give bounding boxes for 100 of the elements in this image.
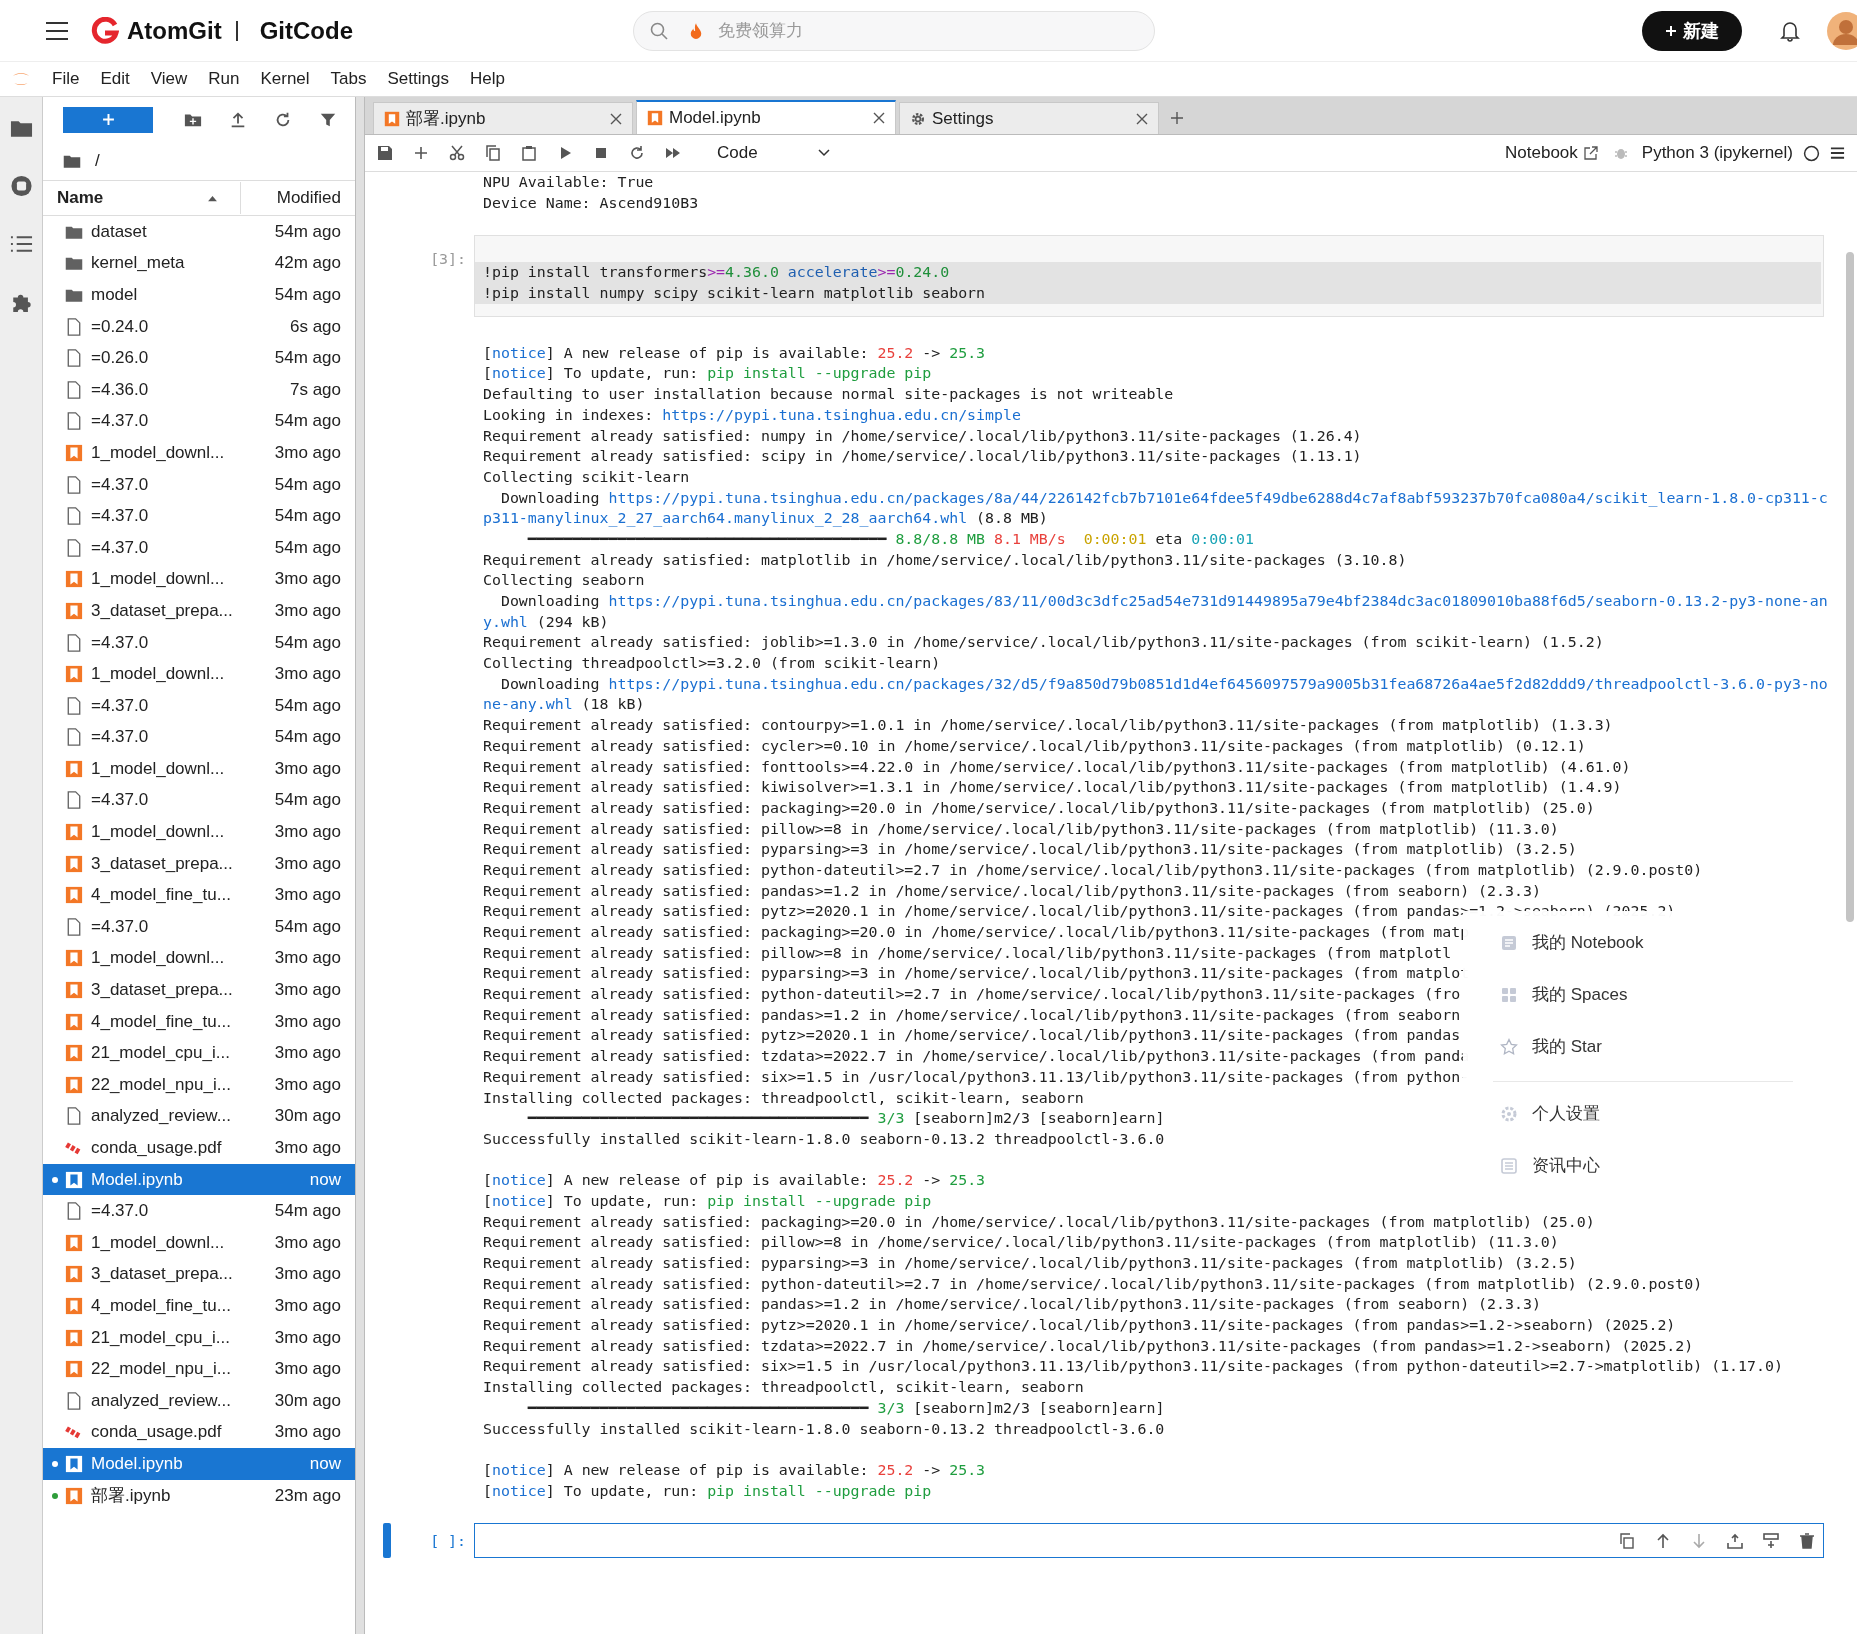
code-input[interactable] (474, 1523, 1824, 1559)
new-launcher-button[interactable] (63, 106, 153, 133)
insert-above-icon[interactable] (1727, 1532, 1743, 1549)
file-row[interactable]: =4.37.0 54m ago (43, 468, 355, 501)
breadcrumb[interactable]: / (95, 151, 100, 171)
file-row[interactable]: analyzed_review... 30m ago (43, 1100, 355, 1133)
file-row[interactable]: 1_model_downl... 3mo ago (43, 563, 355, 596)
insert-below-icon[interactable] (1763, 1532, 1779, 1549)
search-field[interactable]: 免费领算力 (633, 10, 1155, 51)
file-row[interactable]: =4.37.0 54m ago (43, 784, 355, 817)
move-up-icon[interactable] (1655, 1532, 1671, 1549)
file-row[interactable]: =4.37.0 54m ago (43, 911, 355, 943)
copy-icon[interactable] (485, 145, 501, 161)
file-row[interactable]: Model.ipynb now (43, 1448, 355, 1480)
column-header[interactable]: Name (57, 188, 104, 208)
file-row[interactable]: =0.24.0 6s ago (43, 310, 355, 343)
file-row[interactable]: =0.26.0 54m ago (43, 342, 355, 374)
file-row[interactable]: 3_dataset_prepa... 3mo ago (43, 974, 355, 1006)
search-icon (649, 20, 669, 41)
restart-icon[interactable] (629, 145, 645, 161)
column-header[interactable]: Modified (239, 182, 341, 214)
file-row[interactable]: 1_model_downl... 3mo ago (43, 942, 355, 975)
file-row[interactable]: 1_model_downl... 3mo ago (43, 658, 355, 690)
file-row[interactable]: =4.37.0 54m ago (43, 626, 355, 659)
external-link-icon[interactable] (1583, 146, 1598, 160)
menu-item[interactable]: 个人设置 (1493, 1087, 1793, 1140)
menu-item[interactable]: 资讯中心 (1493, 1139, 1793, 1192)
sort-ascending-icon[interactable] (206, 194, 218, 202)
close-icon[interactable] (610, 112, 622, 125)
upload-icon[interactable] (229, 110, 247, 129)
menu-item[interactable]: Kernel (260, 69, 310, 89)
file-row[interactable]: =4.37.0 54m ago (43, 721, 355, 754)
plus-icon (1665, 24, 1677, 37)
file-row[interactable]: kernel_meta 42m ago (43, 247, 355, 280)
close-icon[interactable] (873, 112, 885, 124)
duplicate-icon[interactable] (1619, 1532, 1635, 1549)
file-row[interactable]: =4.37.0 54m ago (43, 689, 355, 722)
file-row[interactable]: 22_model_npu_i... 3mo ago (43, 1069, 355, 1101)
output-line: Installing collected packages: threadpoolctl, scikit-learn, seaborn (483, 1377, 1084, 1398)
file-row[interactable]: 4_model_fine_tu... 3mo ago (43, 879, 355, 912)
file-row[interactable]: model 54m ago (43, 279, 355, 311)
code-editor[interactable]: !pip install transformers>=4.36.0 accelerate>=0.24.0 !pip install numpy scipy scikit-learn matplotlib seaborn (474, 235, 1824, 317)
avatar[interactable] (1826, 10, 1857, 51)
menu-item[interactable]: File (52, 69, 80, 89)
cell-type-dropdown[interactable]: Code (713, 141, 834, 165)
file-row[interactable]: Model.ipynb now (43, 1163, 355, 1196)
file-row[interactable]: 1_model_downl... 3mo ago (43, 1227, 355, 1259)
file-row[interactable]: 21_model_cpu_i... 3mo ago (43, 1321, 355, 1354)
new-button[interactable]: 新建 (1642, 10, 1742, 51)
file-row[interactable]: 21_model_cpu_i... 3mo ago (43, 1037, 355, 1070)
add-tab-icon[interactable] (1170, 111, 1184, 125)
menu-icon[interactable] (1830, 146, 1845, 160)
menu-item[interactable]: Tabs (330, 69, 367, 89)
file-row[interactable]: =4.36.0 7s ago (43, 373, 355, 406)
tab[interactable]: Model.ipynb (636, 100, 896, 134)
menu-item[interactable]: View (150, 69, 188, 89)
file-row[interactable]: =4.37.0 54m ago (43, 500, 355, 532)
menu-item[interactable]: Edit (100, 69, 130, 89)
file-row[interactable]: 1_model_downl... 3mo ago (43, 437, 355, 469)
file-name: 1_model_downl... (91, 948, 226, 969)
file-row[interactable]: 1_model_downl... 3mo ago (43, 816, 355, 848)
file-row[interactable]: analyzed_review... 30m ago (43, 1384, 355, 1417)
file-row[interactable]: 22_model_npu_i... 3mo ago (43, 1353, 355, 1385)
file-row[interactable]: dataset 54m ago (43, 216, 355, 248)
file-row[interactable]: 部署.ipynb 23m ago (43, 1479, 355, 1512)
stop-icon[interactable] (9, 175, 33, 197)
bell-icon[interactable] (1780, 19, 1800, 42)
file-row[interactable]: 3_dataset_prepa... 3mo ago (43, 847, 355, 880)
tab[interactable]: Settings (899, 102, 1159, 134)
file-row[interactable]: conda_usage.pdf 3mo ago (43, 1132, 355, 1164)
menu-item[interactable]: Help (469, 69, 505, 89)
notebook-link[interactable]: Notebook (1505, 143, 1578, 163)
stop-icon[interactable] (593, 145, 609, 161)
file-row[interactable]: 4_model_fine_tu... 3mo ago (43, 1290, 355, 1322)
kernel-name[interactable]: Python 3 (ipykernel) (1641, 143, 1793, 163)
delete-icon[interactable] (1799, 1532, 1815, 1549)
menu-item[interactable]: Settings (387, 69, 449, 89)
file-row[interactable]: =4.37.0 54m ago (43, 1195, 355, 1227)
menu-item[interactable]: Run (208, 69, 240, 89)
add-icon[interactable] (413, 145, 429, 161)
file-row[interactable]: 4_model_fine_tu... 3mo ago (43, 1005, 355, 1038)
modified-time: 3mo ago (274, 1074, 341, 1095)
menu-icon[interactable] (45, 20, 69, 41)
tab[interactable]: 部署.ipynb (373, 102, 633, 134)
save-icon[interactable] (377, 145, 393, 161)
paste-icon[interactable] (521, 145, 537, 161)
file-row[interactable]: conda_usage.pdf 3mo ago (43, 1416, 355, 1449)
fast-forward-icon[interactable] (665, 145, 681, 161)
modified-time: 54m ago (274, 727, 341, 748)
file-row[interactable]: 3_dataset_prepa... 3mo ago (43, 595, 355, 627)
list-icon[interactable] (9, 233, 33, 255)
refresh-icon[interactable] (274, 110, 292, 129)
file-row[interactable]: 1_model_downl... 3mo ago (43, 753, 355, 785)
file-row[interactable]: =4.37.0 54m ago (43, 531, 355, 564)
cut-icon[interactable] (449, 145, 465, 161)
file-row[interactable]: 3_dataset_prepa... 3mo ago (43, 1258, 355, 1291)
close-icon[interactable] (1136, 112, 1148, 125)
file-icon (65, 1202, 83, 1221)
output-line: ne-any.whl (18 kB) (483, 694, 645, 716)
file-row[interactable]: =4.37.0 54m ago (43, 405, 355, 438)
